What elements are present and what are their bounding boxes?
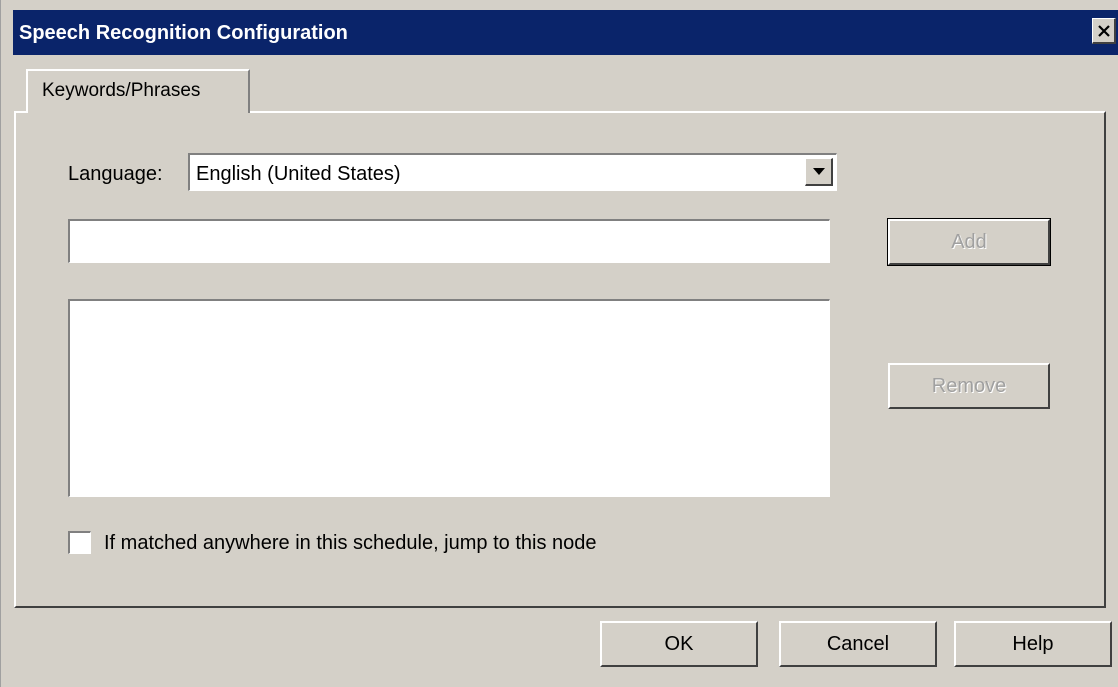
keyword-list[interactable] bbox=[68, 299, 830, 497]
jump-to-node-label: If matched anywhere in this schedule, ju… bbox=[104, 532, 597, 554]
window-title: Speech Recognition Configuration bbox=[19, 22, 348, 44]
cancel-button[interactable]: Cancel bbox=[779, 621, 937, 667]
speech-recognition-dialog: Speech Recognition Configuration Keyword… bbox=[0, 0, 1118, 687]
tab-panel-keywords: Language: English (United States) Add Re… bbox=[14, 111, 1106, 608]
tab-label: Keywords/Phrases bbox=[42, 80, 201, 101]
dropdown-arrow-button[interactable] bbox=[805, 158, 833, 186]
tab-keywords-phrases[interactable]: Keywords/Phrases bbox=[26, 69, 250, 113]
add-button[interactable]: Add bbox=[887, 218, 1051, 266]
close-icon bbox=[1097, 24, 1110, 37]
title-bar[interactable]: Speech Recognition Configuration bbox=[13, 10, 1118, 55]
ok-button[interactable]: OK bbox=[600, 621, 758, 667]
chevron-down-icon bbox=[812, 167, 825, 175]
keyword-input[interactable] bbox=[68, 219, 830, 263]
close-button[interactable] bbox=[1092, 18, 1116, 44]
help-button[interactable]: Help bbox=[954, 621, 1112, 667]
remove-button[interactable]: Remove bbox=[888, 363, 1050, 409]
jump-to-node-checkbox[interactable] bbox=[68, 531, 91, 554]
language-label: Language: bbox=[68, 163, 163, 185]
language-dropdown[interactable]: English (United States) bbox=[188, 153, 837, 191]
language-selected-value: English (United States) bbox=[196, 163, 401, 185]
